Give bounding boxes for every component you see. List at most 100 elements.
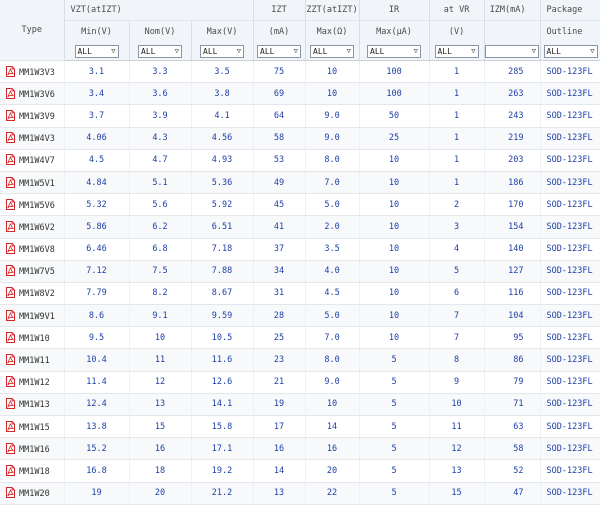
chevron-down-icon: ▽ (531, 46, 537, 55)
type-label[interactable]: MM1W15 (19, 423, 50, 433)
type-label[interactable]: MM1W16 (19, 445, 50, 455)
package-cell: SOD-123FL (540, 82, 600, 106)
type-cell[interactable]: MM1W8V2 (0, 282, 65, 306)
table-row: MM1W11 10.4 11 11.6 23 8.0 5 8 86 SOD-12… (0, 348, 600, 372)
type-cell[interactable]: MM1W12 (0, 371, 65, 394)
chevron-down-icon: ▽ (111, 46, 116, 55)
type-label[interactable]: MM1W4V7 (19, 156, 55, 166)
zzt-filter-select[interactable]: ALL ▽ (310, 44, 355, 58)
pdf-icon[interactable] (6, 487, 15, 499)
nom-header: Nom(V) (129, 20, 192, 42)
pdf-icon[interactable] (6, 65, 15, 77)
type-label[interactable]: MM1W9V1 (19, 312, 55, 322)
pdf-icon[interactable] (6, 376, 15, 388)
type-label[interactable]: MM1W18 (19, 467, 50, 477)
type-cell[interactable]: MM1W5V6 (0, 193, 65, 217)
pdf-icon[interactable] (6, 442, 15, 454)
type-cell[interactable]: MM1W16 (0, 437, 65, 461)
pdf-icon[interactable] (6, 331, 15, 343)
izt-cell: 23 (253, 348, 306, 372)
pdf-icon[interactable] (6, 154, 15, 166)
type-label[interactable]: MM1W8V2 (19, 289, 55, 299)
type-label[interactable]: MM1W3V6 (19, 90, 55, 100)
type-label[interactable]: MM1W4V3 (19, 134, 55, 144)
min-cell: 4.06 (64, 127, 130, 150)
type-label[interactable]: MM1W3V3 (19, 68, 55, 78)
table-row: MM1W16 15.2 16 17.1 16 16 5 12 58 SOD-12… (0, 437, 600, 461)
package-cell: SOD-123FL (540, 348, 600, 372)
type-label[interactable]: MM1W10 (19, 334, 50, 344)
min-filter-select[interactable]: ALL ▽ (74, 44, 119, 58)
table-body: MM1W3V3 3.1 3.3 3.5 75 10 100 1 285 SOD-… (0, 60, 600, 505)
at-vr-cell: 1 (429, 60, 485, 84)
ir-cell: 50 (359, 104, 430, 128)
izt-cell: 58 (253, 127, 306, 150)
pdf-icon[interactable] (6, 109, 15, 121)
izm-filter-select[interactable]: ▽ (485, 44, 540, 58)
type-cell[interactable]: MM1W13 (0, 393, 65, 417)
izm-cell: 140 (484, 238, 541, 261)
pdf-icon[interactable] (6, 464, 15, 476)
type-label[interactable]: MM1W6V8 (19, 245, 55, 255)
izt-cell: 13 (253, 482, 306, 505)
type-cell[interactable]: MM1W9V1 (0, 304, 65, 328)
type-cell[interactable]: MM1W3V6 (0, 82, 65, 106)
type-cell[interactable]: MM1W4V3 (0, 127, 65, 150)
package-cell: SOD-123FL (540, 393, 600, 417)
type-cell[interactable]: MM1W11 (0, 348, 65, 372)
type-label[interactable]: MM1W7V5 (19, 267, 55, 277)
pdf-icon[interactable] (6, 198, 15, 210)
pdf-icon[interactable] (6, 265, 15, 277)
at-vr-filter-select[interactable]: ALL ▽ (434, 44, 479, 58)
izt-filter-select[interactable]: ALL ▽ (257, 44, 302, 58)
pdf-icon[interactable] (6, 420, 15, 432)
max-cell: 11.6 (191, 348, 254, 372)
pdf-icon[interactable] (6, 309, 15, 321)
type-label[interactable]: MM1W6V2 (19, 223, 55, 233)
ir-cell: 10 (359, 282, 430, 306)
type-label[interactable]: MM1W3V9 (19, 112, 55, 122)
nom-cell: 7.5 (129, 260, 192, 283)
pdf-icon[interactable] (6, 243, 15, 255)
pdf-icon[interactable] (6, 220, 15, 232)
pdf-icon[interactable] (6, 87, 15, 99)
package-cell: SOD-123FL (540, 193, 600, 217)
package-filter-select[interactable]: ALL ▽ (543, 44, 598, 58)
type-cell[interactable]: MM1W10 (0, 326, 65, 350)
pdf-icon[interactable] (6, 176, 15, 188)
type-cell[interactable]: MM1W6V8 (0, 238, 65, 261)
type-cell[interactable]: MM1W6V2 (0, 215, 65, 239)
max-cell: 10.5 (191, 326, 254, 350)
type-cell[interactable]: MM1W4V7 (0, 149, 65, 172)
pdf-icon[interactable] (6, 398, 15, 410)
type-cell[interactable]: MM1W7V5 (0, 260, 65, 283)
type-cell[interactable]: MM1W15 (0, 415, 65, 439)
zzt-cell: 22 (305, 482, 360, 505)
type-label[interactable]: MM1W5V6 (19, 201, 55, 211)
type-label[interactable]: MM1W5V1 (19, 179, 55, 189)
type-cell[interactable]: MM1W3V9 (0, 104, 65, 128)
pdf-icon[interactable] (6, 132, 15, 144)
max-filter-select[interactable]: ALL ▽ (200, 44, 244, 58)
zzt-cell: 20 (305, 459, 360, 483)
type-label[interactable]: MM1W20 (19, 489, 50, 499)
type-label[interactable]: MM1W11 (19, 356, 50, 366)
type-cell[interactable]: MM1W20 (0, 482, 65, 505)
ir-cell: 10 (359, 171, 430, 195)
type-cell[interactable]: MM1W3V3 (0, 60, 65, 84)
pdf-icon[interactable] (6, 287, 15, 299)
izm-cell: 186 (484, 171, 541, 195)
chevron-down-icon: ▽ (346, 46, 352, 55)
nom-filter-select[interactable]: ALL ▽ (138, 44, 182, 58)
type-label[interactable]: MM1W12 (19, 378, 50, 388)
zzt-cell: 10 (305, 82, 360, 106)
zzt-cell: 14 (305, 415, 360, 439)
ir-cell: 10 (359, 149, 430, 172)
chevron-down-icon: ▽ (471, 46, 476, 55)
type-cell[interactable]: MM1W5V1 (0, 171, 65, 195)
type-label[interactable]: MM1W13 (19, 400, 50, 410)
type-cell[interactable]: MM1W18 (0, 459, 65, 483)
ir-filter-select[interactable]: ALL ▽ (367, 44, 422, 58)
pdf-icon[interactable] (6, 354, 15, 366)
max-cell: 17.1 (191, 437, 254, 461)
